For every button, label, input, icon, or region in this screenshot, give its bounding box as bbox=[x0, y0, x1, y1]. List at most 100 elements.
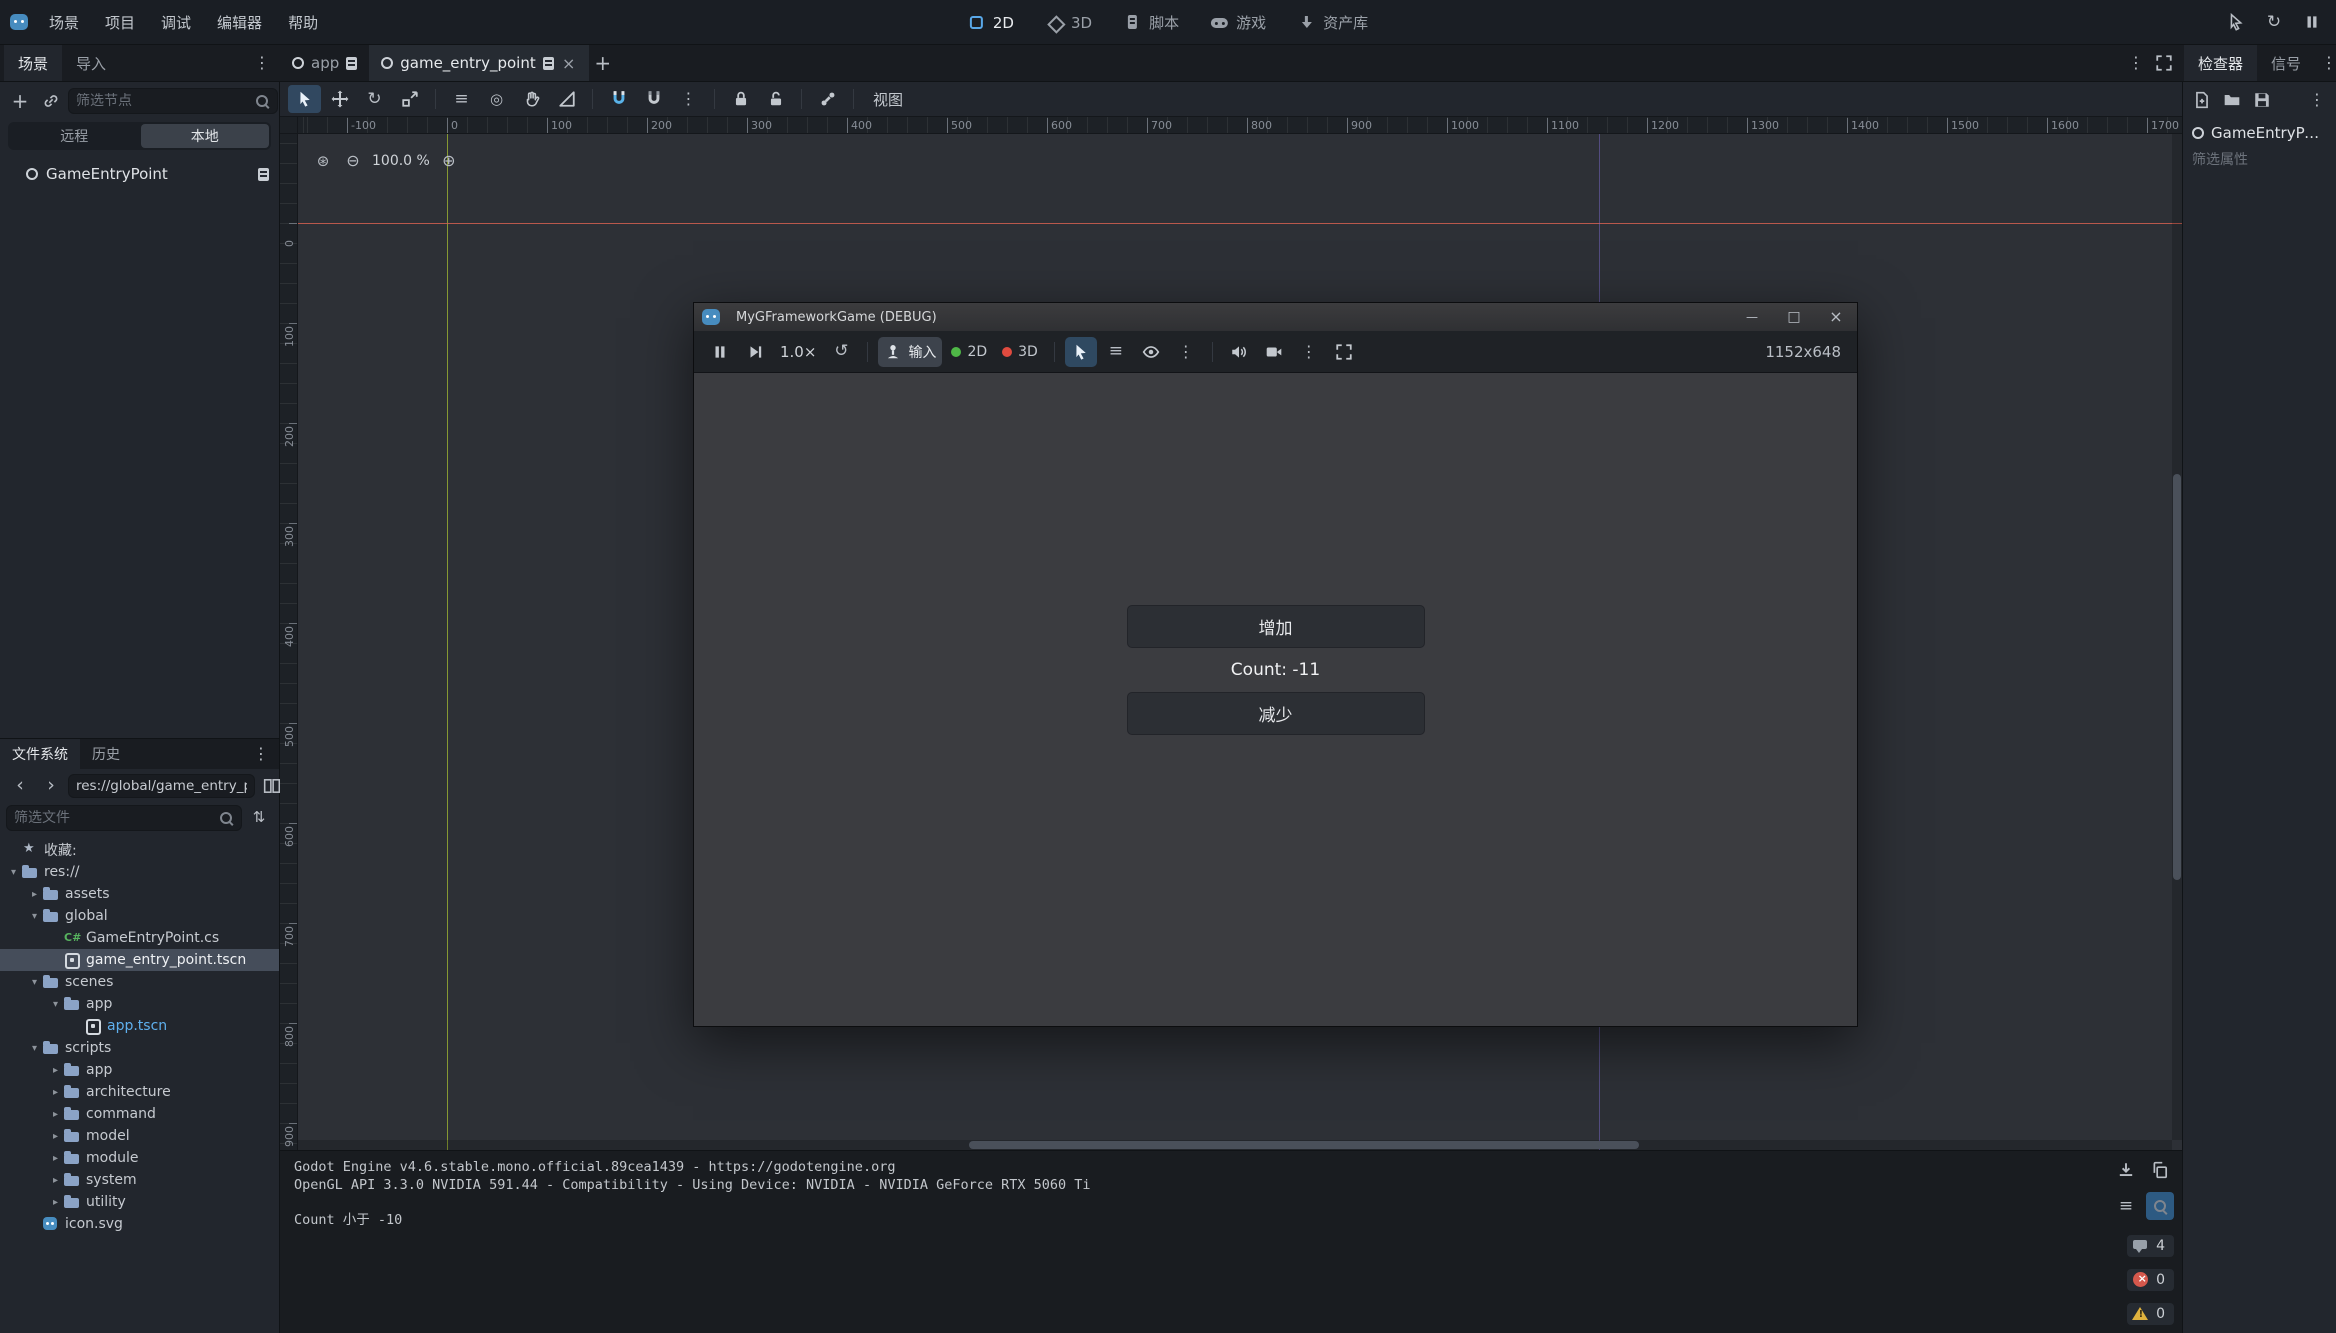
unlock-icon[interactable] bbox=[759, 85, 792, 113]
file-tree-item[interactable]: ▸ utility bbox=[0, 1191, 279, 1213]
workspace-tab[interactable]: 脚本 bbox=[1111, 7, 1192, 39]
path-input[interactable] bbox=[76, 778, 247, 794]
collapse-log-icon[interactable] bbox=[2112, 1192, 2140, 1220]
increase-button[interactable]: 增加 bbox=[1127, 605, 1425, 648]
file-tree-item[interactable]: ▸ system bbox=[0, 1169, 279, 1191]
pause-icon[interactable] bbox=[2298, 8, 2326, 36]
zoom-level[interactable]: 100.0 % bbox=[372, 153, 430, 169]
mode-2d-button[interactable]: 2D bbox=[945, 337, 993, 367]
mode-3d-button[interactable]: 3D bbox=[996, 337, 1044, 367]
file-tree-item[interactable]: GameEntryPoint.cs bbox=[0, 927, 279, 949]
file-tree-item[interactable]: ▾ global bbox=[0, 905, 279, 927]
v-scroll-thumb[interactable] bbox=[2173, 474, 2181, 880]
expand-arrow-icon[interactable]: ▾ bbox=[48, 999, 63, 1010]
lock-icon[interactable] bbox=[724, 85, 757, 113]
back-icon[interactable] bbox=[6, 772, 34, 800]
center-view-icon[interactable] bbox=[312, 150, 334, 172]
select-tool-icon[interactable] bbox=[288, 85, 321, 113]
expand-arrow-icon[interactable]: ▾ bbox=[27, 977, 42, 988]
search-log-icon[interactable] bbox=[2146, 1192, 2174, 1220]
pivot-icon[interactable] bbox=[480, 85, 513, 113]
expand-arrow-icon[interactable]: ▸ bbox=[48, 1087, 63, 1098]
remote-tab[interactable]: 远程 bbox=[10, 124, 139, 148]
dock-tab[interactable]: 文件系统 bbox=[0, 739, 80, 769]
reset-zoom-icon[interactable] bbox=[825, 337, 857, 367]
expand-arrow-icon[interactable]: ▾ bbox=[6, 867, 21, 878]
v-scrollbar[interactable] bbox=[2172, 134, 2182, 1140]
save-log-icon[interactable] bbox=[2112, 1156, 2140, 1184]
visibility-icon[interactable] bbox=[1135, 337, 1167, 367]
file-filter-field[interactable] bbox=[6, 805, 242, 831]
instance-scene-button[interactable] bbox=[37, 87, 65, 115]
dock-tab[interactable]: 信号 bbox=[2257, 45, 2315, 81]
smart-snap-icon[interactable] bbox=[602, 85, 635, 113]
add-node-button[interactable] bbox=[6, 87, 34, 115]
fullscreen-icon[interactable] bbox=[1328, 337, 1360, 367]
game-view[interactable]: 增加 Count: -11 减少 bbox=[694, 373, 1857, 1026]
menu-item[interactable]: 编辑器 bbox=[204, 0, 275, 44]
scene-filter-input[interactable] bbox=[76, 93, 250, 109]
file-tree-item[interactable]: ▾ scripts bbox=[0, 1037, 279, 1059]
forward-icon[interactable] bbox=[37, 772, 65, 800]
file-tree-item[interactable]: app.tscn bbox=[0, 1015, 279, 1037]
list-select-icon[interactable] bbox=[445, 85, 478, 113]
node-list-icon[interactable] bbox=[1100, 337, 1132, 367]
scale-tool-icon[interactable] bbox=[393, 85, 426, 113]
scene-filter-field[interactable] bbox=[68, 88, 278, 114]
rotate-tool-icon[interactable] bbox=[358, 85, 391, 113]
pause-game-icon[interactable] bbox=[704, 337, 736, 367]
load-resource-icon[interactable] bbox=[2218, 86, 2246, 114]
zoom-out-icon[interactable] bbox=[342, 150, 364, 172]
game-window-titlebar[interactable]: MyGFrameworkGame (DEBUG) bbox=[694, 303, 1857, 331]
run-cursor-icon[interactable] bbox=[2222, 8, 2250, 36]
expand-arrow-icon[interactable]: ▸ bbox=[48, 1109, 63, 1120]
file-tree-item[interactable]: ▾ res:// bbox=[0, 861, 279, 883]
menu-item[interactable]: 调试 bbox=[148, 0, 204, 44]
input-toggle-button[interactable]: 输入 bbox=[878, 337, 942, 367]
new-resource-icon[interactable] bbox=[2188, 86, 2216, 114]
audio-icon[interactable] bbox=[1223, 337, 1255, 367]
file-tree-item[interactable]: ▸ module bbox=[0, 1147, 279, 1169]
move-tool-icon[interactable] bbox=[323, 85, 356, 113]
scene-tree-node[interactable]: GameEntryPoint bbox=[0, 160, 279, 188]
view-menu[interactable]: 视图 bbox=[863, 89, 913, 110]
maximize-icon[interactable] bbox=[1773, 303, 1815, 331]
copy-log-icon[interactable] bbox=[2146, 1156, 2174, 1184]
expand-arrow-icon[interactable]: ▾ bbox=[27, 1043, 42, 1054]
workspace-tab[interactable]: 游戏 bbox=[1198, 7, 1279, 39]
file-tree-item[interactable]: 收藏: bbox=[0, 839, 279, 861]
file-tree-item[interactable]: ▸ model bbox=[0, 1125, 279, 1147]
sort-files-icon[interactable] bbox=[245, 804, 273, 832]
path-field[interactable] bbox=[68, 774, 255, 798]
attached-script-icon[interactable] bbox=[258, 168, 269, 181]
expand-arrow-icon[interactable]: ▸ bbox=[48, 1065, 63, 1076]
scene-dock-menu-icon[interactable] bbox=[248, 49, 276, 77]
file-tree-item[interactable]: ▸ architecture bbox=[0, 1081, 279, 1103]
expand-arrow-icon[interactable]: ▾ bbox=[27, 911, 42, 922]
scene-tab-list-icon[interactable] bbox=[2122, 49, 2150, 77]
dock-tab[interactable]: 导入 bbox=[62, 45, 120, 81]
expand-arrow-icon[interactable]: ▸ bbox=[48, 1197, 63, 1208]
next-frame-icon[interactable] bbox=[739, 337, 771, 367]
property-filter-field[interactable] bbox=[2183, 146, 2336, 172]
file-tree-item[interactable]: ▾ scenes bbox=[0, 971, 279, 993]
skeleton-icon[interactable] bbox=[811, 85, 844, 113]
expand-arrow-icon[interactable]: ▸ bbox=[48, 1153, 63, 1164]
decrease-button[interactable]: 减少 bbox=[1127, 692, 1425, 735]
inspector-menu-icon[interactable] bbox=[2315, 49, 2336, 77]
filesystem-menu-icon[interactable] bbox=[247, 740, 275, 768]
ruler-icon[interactable] bbox=[550, 85, 583, 113]
scene-tab[interactable]: app bbox=[280, 45, 369, 81]
log-filter-badge[interactable]: 0 bbox=[2127, 1303, 2174, 1325]
dock-tab[interactable]: 历史 bbox=[80, 739, 132, 769]
h-scroll-thumb[interactable] bbox=[969, 1141, 1639, 1149]
distraction-free-icon[interactable] bbox=[2150, 49, 2178, 77]
close-tab-icon[interactable] bbox=[561, 55, 577, 71]
dock-tab[interactable]: 检查器 bbox=[2184, 45, 2257, 81]
file-tree-item[interactable]: ▸ assets bbox=[0, 883, 279, 905]
workspace-tab[interactable]: 2D bbox=[955, 7, 1027, 39]
file-filter-input[interactable] bbox=[14, 810, 214, 826]
file-tree-item[interactable]: game_entry_point.tscn bbox=[0, 949, 279, 971]
pan-icon[interactable] bbox=[515, 85, 548, 113]
scene-tab[interactable]: game_entry_point bbox=[369, 45, 588, 81]
